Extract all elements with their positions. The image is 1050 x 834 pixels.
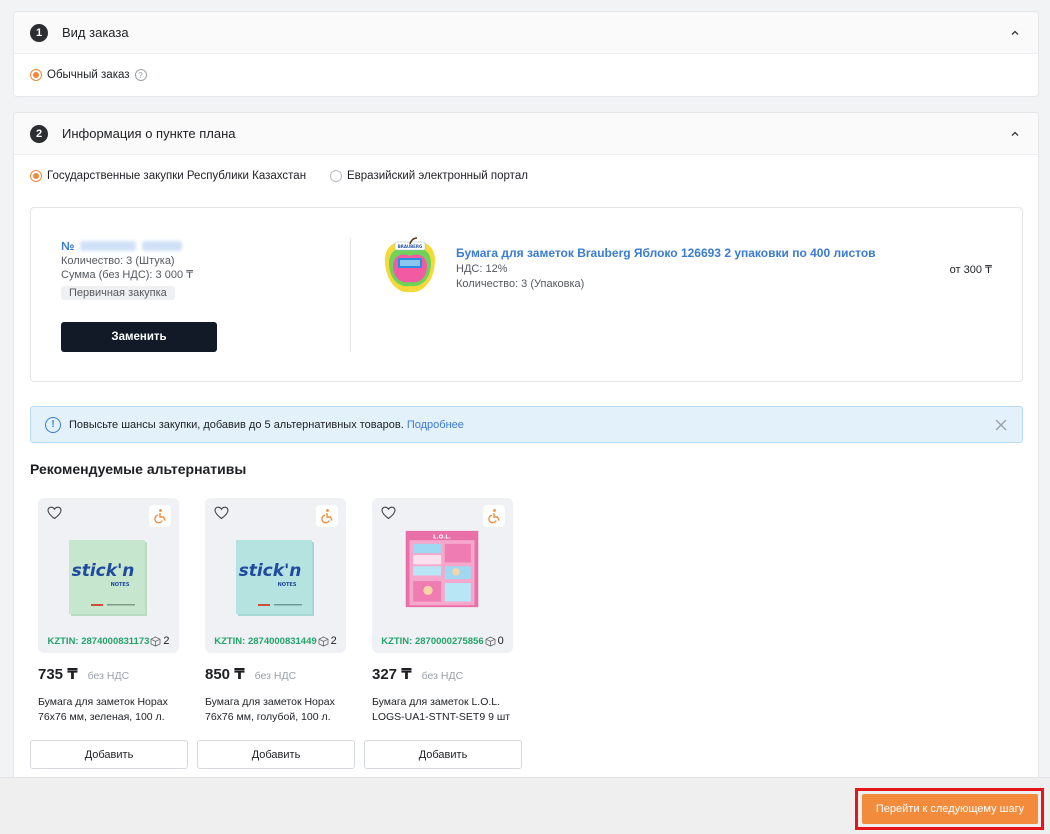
close-icon[interactable] [994,418,1008,432]
kztin-row: KZTIN: 2874000831173 2 [38,635,179,647]
lol-notes-image: L.O.L. [405,530,479,608]
brand-logo-sub: NOTES [111,582,130,588]
alternative-name[interactable]: Бумага для заметок Hopax 76х76 мм, зелен… [38,695,188,725]
vat-note: без НДС [421,670,464,682]
alternative-image[interactable]: L.O.L. KZTIN: 2870000275856 0 [372,498,513,653]
alternatives-title: Рекомендуемые альтернативы [30,461,247,477]
primary-purchase-tag: Первичная закупка [61,286,175,300]
product-vat: НДС: 12% [456,263,508,275]
banner-more-link[interactable]: Подробнее [407,419,464,431]
vat-note: без НДС [87,670,130,682]
plan-info-header[interactable]: 2 Информация о пункте плана [14,113,1038,155]
accessibility-icon[interactable] [483,505,505,527]
kztin-code: KZTIN: 2874000831449 [214,635,317,647]
plan-name-redacted [142,241,183,251]
alternative-name[interactable]: Бумага для заметок L.O.L. LOGS-UA1-STNT-… [372,695,522,725]
heart-icon[interactable] [214,506,229,520]
accessibility-icon[interactable] [149,505,171,527]
order-type-title: Вид заказа [62,25,129,40]
add-button[interactable]: Добавить [197,740,355,769]
order-type-radio[interactable] [30,69,42,81]
plan-number-redacted [80,241,137,251]
kztin-code: KZTIN: 2870000275856 [381,635,484,647]
order-type-option[interactable]: Обычный заказ ? [30,69,147,81]
plan-info-section: 2 Информация о пункте плана Государствен… [13,112,1039,780]
alternative-price: 850 ₸ [205,666,245,683]
source-radio-eurasian[interactable] [330,170,342,182]
replace-button[interactable]: Заменить [61,322,217,352]
box-icon [318,636,329,646]
product-title-link[interactable]: Бумага для заметок Brauberg Яблоко 12669… [456,246,936,260]
alternative-card: L.O.L. KZTIN: 2870000275856 0 327 ₸ без … [364,498,522,769]
plan-item-details: № Количество: 3 (Штука) Сумма (без НДС):… [61,238,321,300]
alternative-card: stick'n NOTES KZTIN: 2874000831173 2 735… [30,498,188,769]
next-step-button[interactable]: Перейти к следующему шагу [862,794,1038,824]
kztin-row: KZTIN: 2870000275856 0 [372,635,513,647]
chevron-up-icon[interactable] [1008,26,1022,40]
alternative-card: stick'n NOTES KZTIN: 2874000831449 2 850… [197,498,355,769]
heart-icon[interactable] [381,506,396,520]
info-circle-icon: ! [45,416,61,433]
alternative-image[interactable]: stick'n NOTES KZTIN: 2874000831449 2 [205,498,346,653]
alternative-image[interactable]: stick'n NOTES KZTIN: 2874000831173 2 [38,498,179,653]
brand-logo-text: stick'n [239,561,302,581]
sticky-note-image: stick'n NOTES [236,540,314,616]
alternative-price: 327 ₸ [372,666,412,683]
source-label-eurasian: Евразийский электронный портал [347,170,528,182]
sticky-note-image: stick'n NOTES [69,540,147,616]
product-brand-text: BRAUBERG [398,244,423,249]
vat-note: без НДС [254,670,297,682]
product-info: Бумага для заметок Brauberg Яблоко 12669… [456,246,936,292]
add-button[interactable]: Добавить [364,740,522,769]
brand-logo-text: L.O.L. [433,534,451,540]
plan-divider [350,238,351,352]
kztin-code: KZTIN: 2874000831173 [47,635,150,647]
brand-logo-text: stick'n [72,561,135,581]
plan-info-title: Информация о пункте плана [62,126,236,141]
chevron-up-icon[interactable] [1008,127,1022,141]
accessibility-icon[interactable] [316,505,338,527]
box-icon [485,636,496,646]
alternative-name[interactable]: Бумага для заметок Hopax 76х76 мм, голуб… [205,695,355,725]
order-type-header[interactable]: 1 Вид заказа [14,12,1038,54]
banner-text: Повысьте шансы закупки, добавив до 5 аль… [69,419,994,431]
question-circle-icon[interactable]: ? [134,69,147,81]
step-number-1: 1 [30,23,48,42]
alternative-price: 735 ₸ [38,666,78,683]
step-number-2: 2 [30,124,48,143]
price-row: 327 ₸ без НДС [372,665,522,683]
product-quantity: Количество: 3 (Упаковка) [456,278,585,290]
source-radio-gov[interactable] [30,170,42,182]
stock-count: 0 [497,635,504,647]
plan-number[interactable]: № [61,238,321,254]
alternatives-info-banner: ! Повысьте шансы закупки, добавив до 5 а… [30,406,1023,443]
source-option-eurasian[interactable]: Евразийский электронный портал [330,170,528,182]
heart-icon[interactable] [47,506,62,520]
stock-count: 2 [163,635,170,647]
order-type-section: 1 Вид заказа Обычный заказ ? [13,11,1039,97]
plan-number-prefix: № [61,239,75,253]
banner-message: Повысьте шансы закупки, добавив до 5 аль… [69,418,404,431]
price-row: 850 ₸ без НДС [205,665,355,683]
plan-quantity: Количество: 3 (Штука) [61,255,175,267]
price-row: 735 ₸ без НДС [38,665,188,683]
product-image: BRAUBERG [385,237,435,293]
product-price: от 300 ₸ [949,264,992,276]
box-icon [151,636,161,646]
order-type-label: Обычный заказ [47,69,130,81]
kztin-row: KZTIN: 2874000831449 2 [205,635,346,647]
source-label-gov: Государственные закупки Республики Казах… [47,170,307,182]
stock-count: 2 [330,635,337,647]
brand-logo-sub: NOTES [278,582,297,588]
source-option-gov[interactable]: Государственные закупки Республики Казах… [30,170,306,182]
add-button[interactable]: Добавить [30,740,188,769]
plan-item-box: № Количество: 3 (Штука) Сумма (без НДС):… [30,207,1023,382]
plan-sum: Сумма (без НДС): 3 000 ₸ [61,269,194,281]
